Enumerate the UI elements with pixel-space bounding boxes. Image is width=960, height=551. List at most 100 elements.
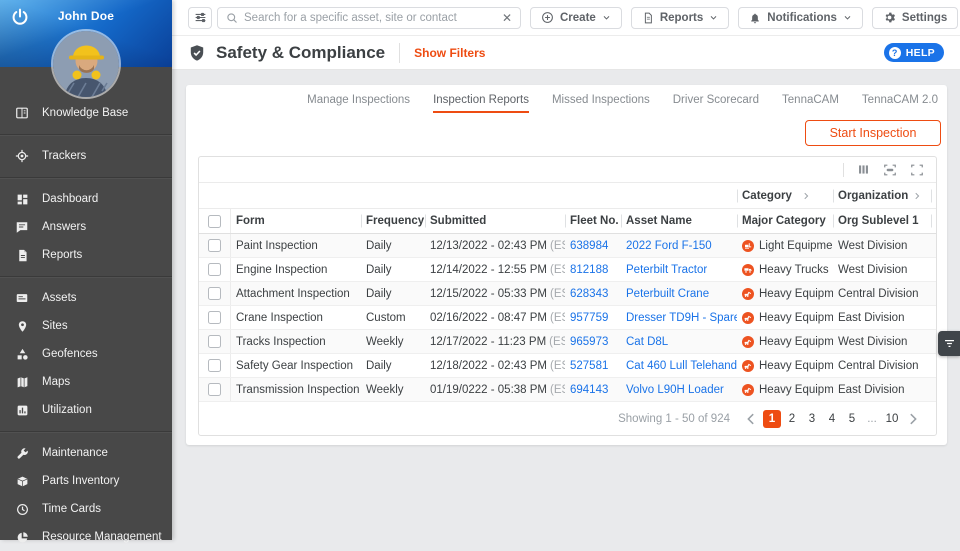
table-row: Crane Inspection Custom 02/16/2022 - 08:… (199, 306, 937, 330)
overflow-link[interactable]: 9 (936, 312, 937, 324)
next-page-icon[interactable] (902, 412, 924, 426)
select-all-checkbox[interactable] (208, 215, 221, 228)
fleet-no-link[interactable]: 965973 (570, 336, 608, 348)
row-checkbox[interactable] (208, 335, 221, 348)
dashboard-icon (14, 191, 30, 207)
fleet-no-link[interactable]: 812188 (570, 264, 608, 276)
row-checkbox[interactable] (208, 263, 221, 276)
sidebar-item-knowledge-base[interactable]: Knowledge Base (0, 99, 172, 127)
columns-icon[interactable] (857, 163, 870, 176)
notifications-label: Notifications (767, 12, 837, 24)
question-icon: ? (889, 47, 901, 59)
page-button[interactable]: 2 (783, 410, 801, 428)
submitted-cell: 12/17/2022 - 11:23 PM(EST) (425, 330, 565, 353)
sidebar-item-sites[interactable]: Sites (0, 312, 172, 340)
tab-missed-inspections[interactable]: Missed Inspections (552, 94, 650, 113)
sidebar-item-assets[interactable]: Assets (0, 284, 172, 312)
overflow-link[interactable]: 5 (936, 360, 937, 372)
fleet-no-link[interactable]: 694143 (570, 384, 608, 396)
help-button[interactable]: ? HELP (884, 43, 944, 62)
timezone-label: (EST) (550, 264, 565, 276)
overflow-link[interactable]: 6 (936, 240, 937, 252)
sidebar-item-geofences[interactable]: Geofences (0, 340, 172, 368)
row-checkbox-cell (199, 234, 231, 257)
inspection-table: Category Organization Form Frequency Sub… (198, 156, 937, 436)
group-header-organization[interactable]: Organization (833, 183, 931, 208)
fleet-no-link[interactable]: 527581 (570, 360, 608, 372)
row-checkbox[interactable] (208, 383, 221, 396)
overflow-cell: 6 (931, 378, 937, 401)
sidebar-item-time-cards[interactable]: Time Cards (0, 495, 172, 523)
create-label: Create (560, 12, 596, 24)
asset-name-link[interactable]: Peterbuilt Crane (626, 288, 709, 300)
sidebar-item-dashboard[interactable]: Dashboard (0, 185, 172, 213)
asset-name-link[interactable]: Cat D8L (626, 336, 668, 348)
start-inspection-button[interactable]: Start Inspection (805, 120, 941, 146)
sidebar-item-maps[interactable]: Maps (0, 368, 172, 396)
group-label: Category (742, 190, 792, 202)
search-input[interactable] (244, 12, 496, 24)
page-button[interactable]: 10 (883, 410, 901, 428)
page-button[interactable]: 4 (823, 410, 841, 428)
sidebar-item-utilization[interactable]: Utilization (0, 396, 172, 424)
fullscreen-icon[interactable] (910, 163, 924, 177)
settings-button[interactable]: Settings (872, 7, 958, 29)
tab-driver-scorecard[interactable]: Driver Scorecard (673, 94, 759, 113)
table-row: Paint Inspection Daily 12/13/2022 - 02:4… (199, 234, 937, 258)
sidebar-item-reports[interactable]: Reports (0, 241, 172, 269)
tab-tennacam-2[interactable]: TennaCAM 2.0 (862, 94, 938, 113)
page-button[interactable]: 1 (763, 410, 781, 428)
tab-inspection-reports[interactable]: Inspection Reports (433, 94, 529, 113)
create-button[interactable]: Create (530, 7, 622, 29)
clear-search-icon[interactable]: ✕ (502, 12, 512, 24)
major-category-cell: Heavy Equipment (737, 306, 833, 329)
toolbar-divider (843, 163, 844, 177)
overflow-link[interactable]: 6 (936, 384, 937, 396)
overflow-link[interactable]: 9 (936, 336, 937, 348)
table-grid: Category Organization Form Frequency Sub… (199, 183, 937, 402)
sidebar-item-parts-inventory[interactable]: Parts Inventory (0, 467, 172, 495)
show-filters-link[interactable]: Show Filters (414, 46, 485, 60)
page-button[interactable]: 5 (843, 410, 861, 428)
fleet-no-link[interactable]: 957759 (570, 312, 608, 324)
header-divider (399, 43, 400, 63)
asset-name-link[interactable]: Dresser TD9H - Spare (626, 312, 737, 324)
overflow-link[interactable]: 6 (936, 288, 937, 300)
row-checkbox[interactable] (208, 311, 221, 324)
gear-icon (883, 11, 896, 24)
trackers-icon (14, 148, 30, 164)
page-button[interactable]: 3 (803, 410, 821, 428)
tab-manage-inspections[interactable]: Manage Inspections (307, 94, 410, 113)
prev-page-icon[interactable] (740, 412, 762, 426)
submitted-datetime: 12/17/2022 - 11:23 PM (430, 336, 546, 348)
scan-icon[interactable] (883, 163, 897, 177)
org-sublevel-cell: West Division (833, 330, 931, 353)
asset-name-cell: Peterbuilt Crane (621, 282, 737, 305)
sidebar-item-maintenance[interactable]: Maintenance (0, 439, 172, 467)
sidebar-item-answers[interactable]: Answers (0, 213, 172, 241)
sidebar-item-trackers[interactable]: Trackers (0, 142, 172, 170)
reports-button[interactable]: Reports (631, 7, 729, 29)
filter-panel-toggle[interactable] (938, 331, 960, 356)
sidebar-item-resource-management[interactable]: Resource Management (0, 523, 172, 551)
overflow-cell: 6 (931, 234, 937, 257)
search-filter-icon[interactable] (188, 7, 212, 29)
tab-tennacam[interactable]: TennaCAM (782, 94, 839, 113)
row-checkbox[interactable] (208, 359, 221, 372)
avatar[interactable] (53, 31, 119, 97)
row-checkbox[interactable] (208, 239, 221, 252)
group-header-category[interactable]: Category (737, 183, 833, 208)
table-row: Safety Gear Inspection Daily 12/18/2022 … (199, 354, 937, 378)
form-cell: Engine Inspection (231, 258, 361, 281)
overflow-link[interactable]: 8 (936, 264, 937, 276)
notifications-button[interactable]: Notifications (738, 7, 863, 29)
asset-name-link[interactable]: 2022 Ford F-150 (626, 240, 712, 252)
submitted-cell: 12/13/2022 - 02:43 PM(EST) (425, 234, 565, 257)
row-checkbox[interactable] (208, 287, 221, 300)
asset-name-link[interactable]: Peterbilt Tractor (626, 264, 707, 276)
asset-name-link[interactable]: Volvo L90H Loader (626, 384, 724, 396)
asset-name-link[interactable]: Cat 460 Lull Telehandler (626, 360, 737, 372)
fleet-no-link[interactable]: 638984 (570, 240, 608, 252)
fleet-no-link[interactable]: 628343 (570, 288, 608, 300)
frequency-cell: Daily (361, 354, 425, 377)
